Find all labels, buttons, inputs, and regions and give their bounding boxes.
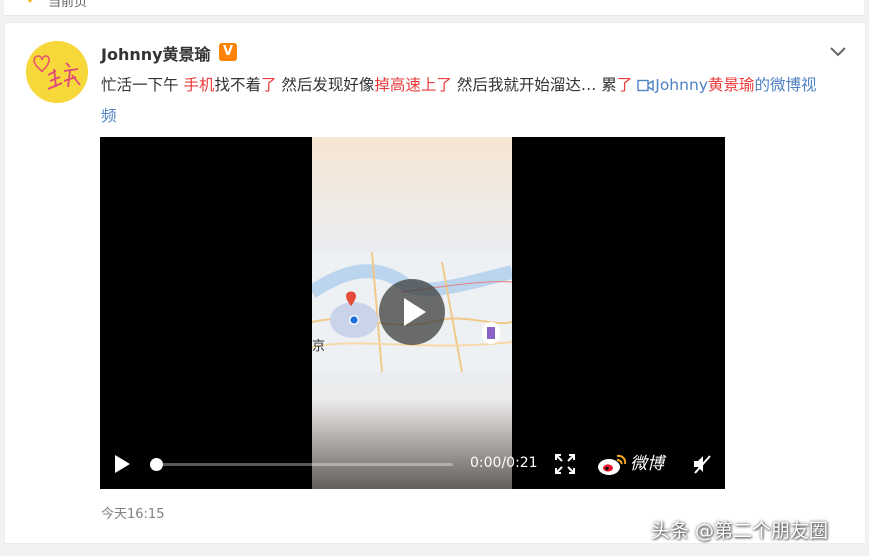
video-icon <box>637 79 654 92</box>
post-text-segment: 然后发现好像 <box>276 76 375 94</box>
username[interactable]: Johnny黄景瑜 <box>101 41 211 65</box>
play-icon <box>404 298 426 326</box>
mute-icon[interactable] <box>692 454 712 474</box>
post-text-segment: 然后我就开始溜达… 累 <box>451 76 617 94</box>
post-text-segment: 忙活一下午 <box>101 76 184 94</box>
verified-badge-icon: V <box>219 43 237 61</box>
post-text-segment: 了 <box>616 76 633 94</box>
progress-bar[interactable] <box>150 458 453 471</box>
previous-card-footer: 当前页 <box>4 0 864 16</box>
weibo-brand-text: 微博 <box>630 454 664 474</box>
time-display: 0:00/0:21 <box>470 455 538 471</box>
checkmark-icon <box>27 0 33 3</box>
chevron-down-icon[interactable] <box>829 45 847 59</box>
progress-knob[interactable] <box>150 458 163 471</box>
post-text-segment: 掉高速上了 <box>374 76 452 94</box>
post-text-segment: 了 <box>260 76 277 94</box>
weibo-logo-icon <box>598 454 627 475</box>
post-text-segment: 手机 <box>183 76 215 94</box>
post-text-segment: 找不着 <box>214 76 261 94</box>
post-text: 忙活一下午 手机找不着了 然后发现好像掉高速上了 然后我就开始溜达… 累了 Jo… <box>101 70 821 132</box>
weibo-post-card: Johnny黄景瑜 V 忙活一下午 手机找不着了 然后发现好像掉高速上了 然后我… <box>4 22 866 544</box>
avatar-doodle-image <box>26 41 88 103</box>
video-link-text[interactable]: Johnny <box>655 76 708 94</box>
weibo-brand[interactable]: 微博 <box>597 452 664 476</box>
fullscreen-icon[interactable] <box>555 454 575 474</box>
play-button[interactable] <box>112 454 132 474</box>
svg-text:京: 京 <box>312 339 325 354</box>
avatar[interactable] <box>26 41 88 103</box>
big-play-button[interactable] <box>379 279 445 345</box>
video-link-text[interactable]: 黄景瑜 <box>708 76 755 94</box>
watermark: 头条 @第二个朋友圈 <box>651 520 829 542</box>
player-controls: 0:00/0:21 微博 <box>100 439 725 489</box>
previous-card-text: 当前页 <box>48 0 88 10</box>
video-player[interactable]: 京 0:00/0:21 微博 <box>100 137 725 489</box>
post-timestamp[interactable]: 今天16:15 <box>101 503 164 522</box>
